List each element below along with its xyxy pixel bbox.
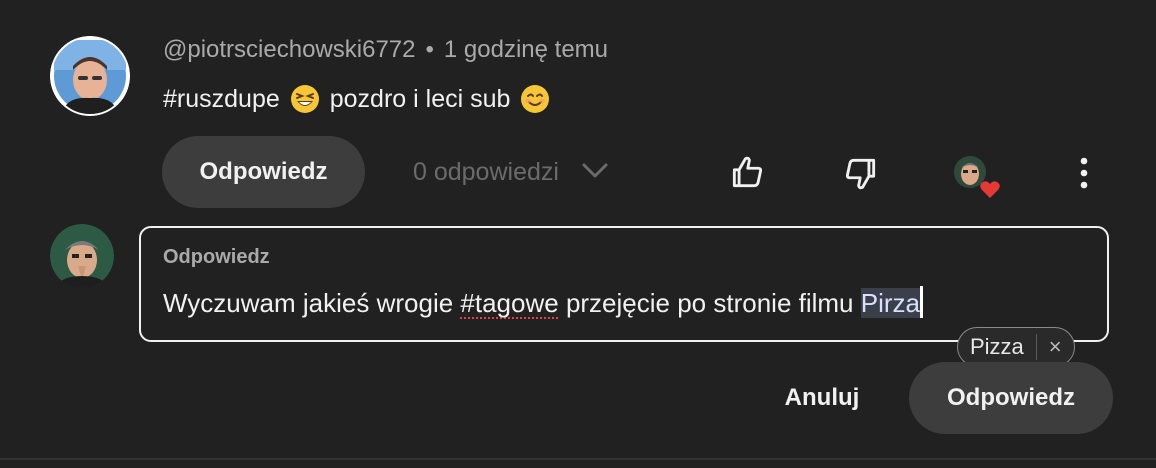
replies-toggle[interactable]: 0 odpowiedzi: [413, 158, 609, 187]
reply-text-before: Wyczuwam jakieś wrogie: [163, 288, 461, 318]
dislike-button[interactable]: [840, 152, 882, 194]
comment-text: #ruszdupe pozdro i leci sub: [163, 84, 560, 114]
cancel-button[interactable]: Anuluj: [770, 362, 874, 434]
comment-hashtag[interactable]: #ruszdupe: [163, 85, 280, 114]
comment-thread: @piotrsciechowski6772 • 1 godzinę temu #ru…: [0, 0, 1156, 468]
comment-author[interactable]: @piotrsciechowski6772: [163, 36, 415, 63]
divider: [0, 458, 1156, 460]
comment-time[interactable]: 1 godzinę temu: [444, 36, 608, 63]
more-options-button[interactable]: [1066, 152, 1102, 194]
meta-separator: •: [425, 36, 434, 63]
comment-body-text: pozdro i leci sub: [329, 84, 511, 113]
autocorrect-suggestion[interactable]: Pizza ×: [957, 327, 1075, 367]
more-vertical-icon: [1080, 157, 1088, 189]
reply-input-text[interactable]: Wyczuwam jakieś wrogie #tagowe przejęcie…: [163, 286, 923, 319]
replies-count-label: 0 odpowiedzi: [413, 158, 559, 186]
reply-input[interactable]: Odpowiedz Wyczuwam jakieś wrogie #tagowe…: [139, 226, 1109, 342]
thumbs-down-icon: [845, 158, 876, 190]
selected-word[interactable]: Pirza: [860, 288, 920, 318]
like-button[interactable]: [726, 152, 768, 194]
misspelled-word[interactable]: #tagowe: [460, 288, 558, 318]
comment-meta: @piotrsciechowski6772 • 1 godzinę temu: [163, 36, 608, 64]
reply-button[interactable]: Odpowiedz: [162, 136, 365, 208]
commenter-avatar[interactable]: [50, 36, 130, 116]
suggestion-word[interactable]: Pizza: [970, 334, 1037, 360]
text-caret: [920, 286, 923, 318]
submit-reply-button[interactable]: Odpowiedz: [909, 362, 1113, 434]
thumbs-up-icon: [732, 156, 763, 188]
smiling-face-emoji-icon: [520, 84, 550, 114]
close-icon[interactable]: ×: [1049, 334, 1062, 360]
creator-heart-badge[interactable]: [952, 152, 1004, 200]
chevron-down-icon: [559, 158, 609, 187]
laughing-face-emoji-icon: [290, 84, 320, 114]
current-user-avatar: [50, 224, 114, 288]
reply-input-label: Odpowiedz: [163, 246, 270, 268]
reply-text-middle: przejęcie po stronie filmu: [558, 288, 861, 318]
creator-heart-avatar-icon: [954, 156, 1000, 198]
